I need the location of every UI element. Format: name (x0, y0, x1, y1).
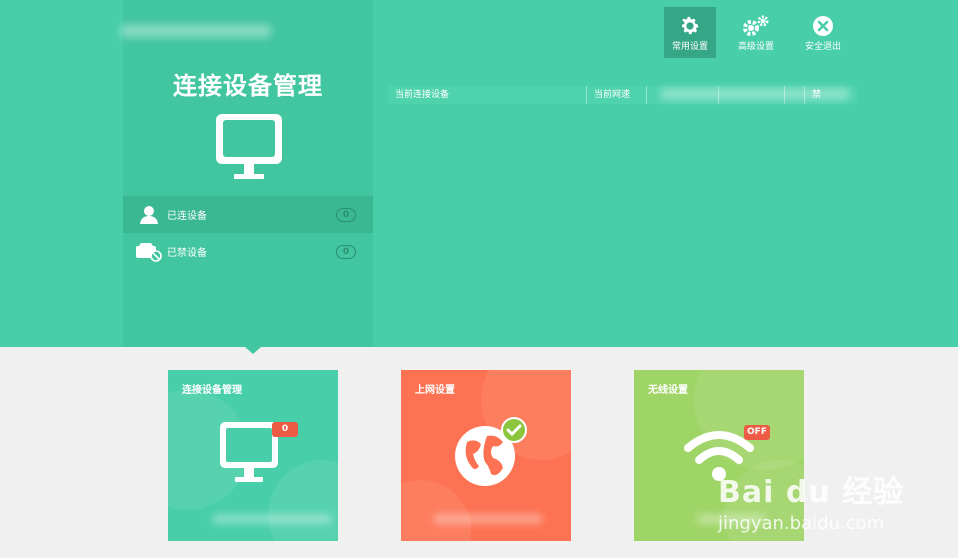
gears-icon (741, 13, 771, 39)
page-title: 连接设备管理 (173, 72, 323, 100)
logout-button[interactable]: 安全退出 (797, 7, 849, 58)
card-title: 连接设备管理 (182, 385, 242, 396)
card-title: 上网设置 (415, 385, 455, 396)
advanced-settings-button[interactable]: 高级设置 (730, 7, 782, 58)
sidebar-item-label: 已连设备 (167, 211, 207, 222)
panel-pointer (245, 347, 261, 354)
sidebar-item-blocked[interactable]: 已禁设备 0 (123, 233, 373, 270)
watermark-brand: Bai du 经验 (718, 475, 905, 510)
check-badge-icon (501, 417, 527, 447)
watermark-url: jingyan.baidu.com (718, 513, 885, 534)
monitor-icon (214, 112, 284, 186)
blocked-device-icon (133, 242, 165, 262)
user-icon (133, 205, 165, 225)
watermark: Bai du 经验 jingyan.baidu.com (718, 467, 908, 534)
column-header-device: 当前连接设备 (388, 86, 587, 104)
sidebar-item-label: 已禁设备 (167, 248, 207, 259)
wifi-status-badge: OFF (744, 425, 770, 440)
count-badge: 0 (336, 207, 356, 222)
table-header-blurred (660, 88, 850, 100)
card-device-management[interactable]: 连接设备管理 0 (168, 370, 338, 541)
card-footer-blurred (433, 514, 543, 524)
card-footer-blurred (212, 514, 332, 524)
close-circle-icon (812, 13, 834, 39)
column-header-speed: 当前网速 (587, 86, 647, 104)
card-title: 无线设置 (648, 385, 688, 396)
advanced-settings-label: 高级设置 (737, 42, 774, 52)
logout-label: 安全退出 (804, 42, 841, 52)
card-internet-settings[interactable]: 上网设置 (401, 370, 571, 541)
count-badge: 0 (336, 244, 356, 259)
gear-icon (679, 13, 701, 39)
common-settings-button[interactable]: 常用设置 (664, 7, 716, 58)
sidebar-item-connected[interactable]: 已连设备 0 (123, 196, 373, 233)
monitor-icon (218, 420, 280, 494)
card-count-badge: 0 (272, 422, 298, 437)
brand-logo-blurred (120, 24, 272, 38)
common-settings-label: 常用设置 (671, 42, 708, 52)
